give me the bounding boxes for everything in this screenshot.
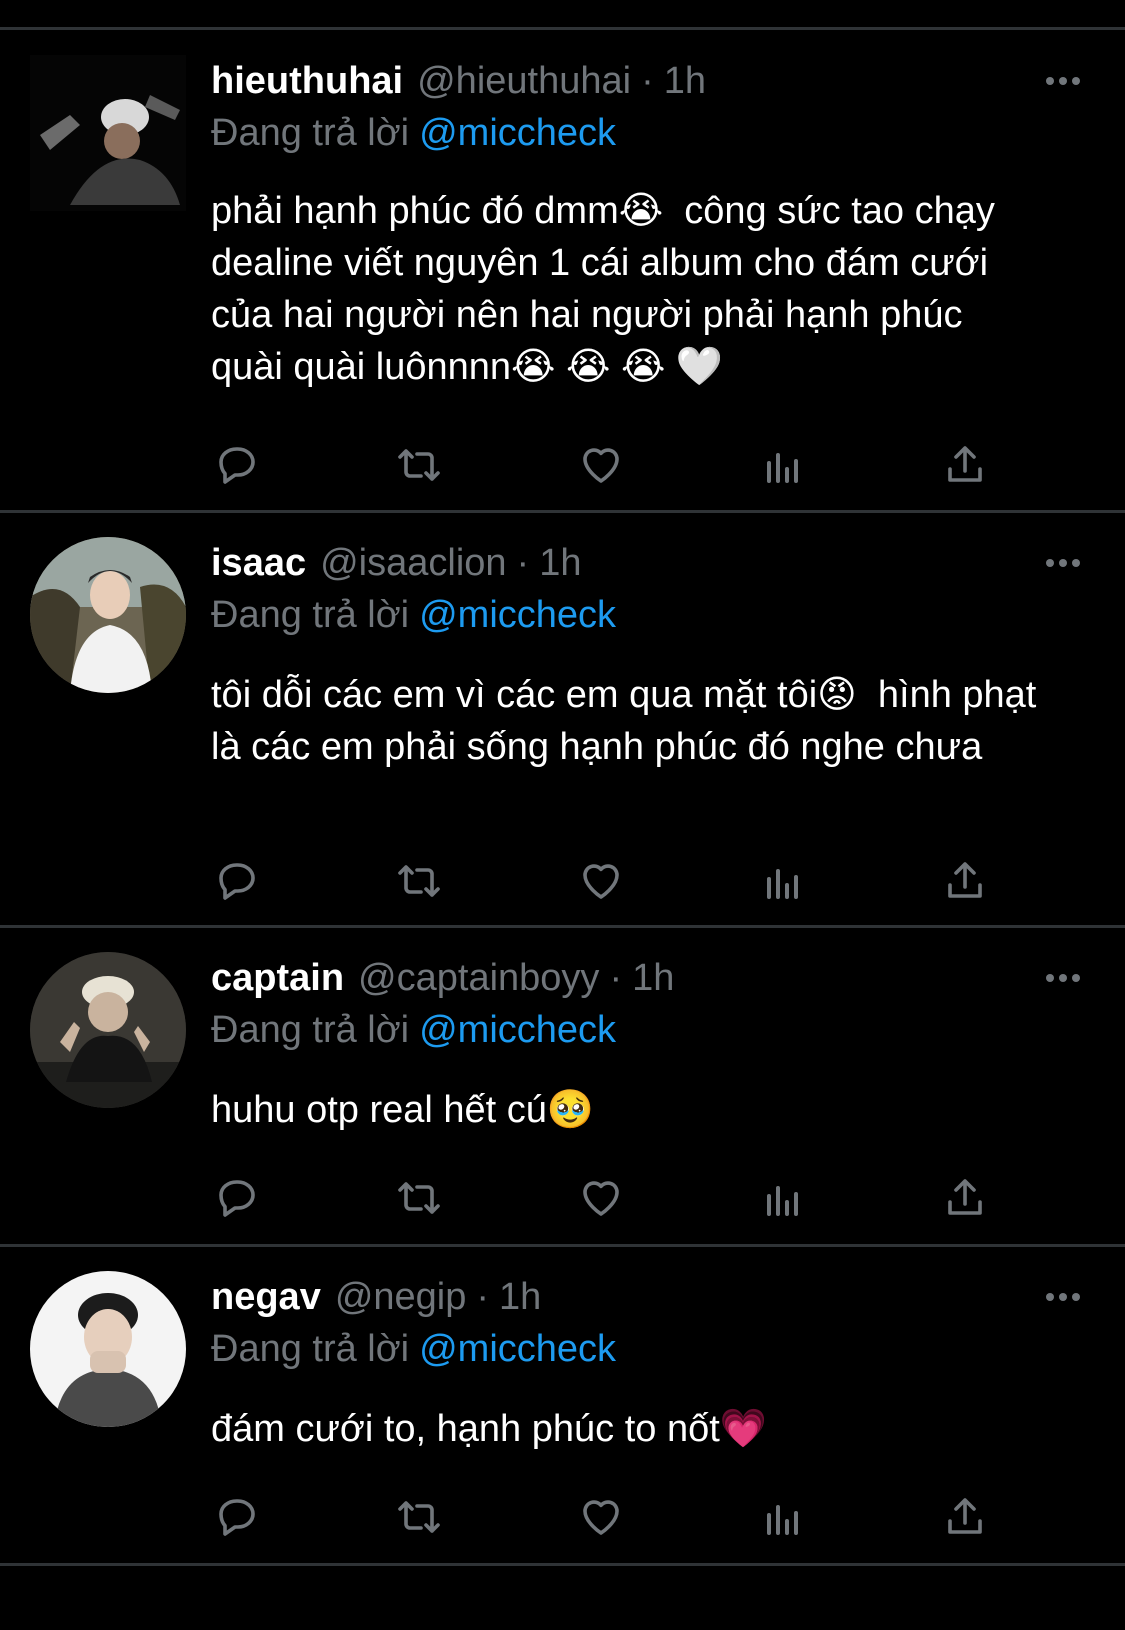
views-button[interactable] <box>757 1173 809 1223</box>
reply-prefix: Đang trả lời <box>211 1328 410 1370</box>
retweet-icon <box>398 865 440 897</box>
share-button[interactable] <box>939 1492 991 1542</box>
divider <box>0 1563 1125 1566</box>
tweet[interactable]: captain @captainboyy · 1h Đang trả lời @m… <box>0 928 1125 1244</box>
like-icon <box>583 1181 619 1216</box>
reply-prefix: Đang trả lời <box>211 1009 410 1051</box>
tweet-header: hieuthuhai @hieuthuhai · 1h <box>211 55 1085 107</box>
timestamp[interactable]: 1h <box>664 55 706 107</box>
retweet-button[interactable] <box>393 440 445 490</box>
share-button[interactable] <box>939 1173 991 1223</box>
timestamp[interactable]: 1h <box>632 952 674 1004</box>
action-bar <box>211 856 991 906</box>
tweet-text: huhu otp real hết cú🥹 <box>211 1089 595 1131</box>
tweet-header: captain @captainboyy · 1h <box>211 952 1085 1004</box>
handle[interactable]: @hieuthuhai <box>417 55 631 107</box>
display-name[interactable]: hieuthuhai <box>211 55 403 107</box>
share-icon <box>948 446 982 482</box>
display-name[interactable]: isaac <box>211 537 306 589</box>
views-button[interactable] <box>757 1492 809 1542</box>
tweet-text: đám cưới to, hạnh phúc to nốt💗 <box>211 1408 768 1450</box>
like-icon <box>583 864 619 899</box>
more-icon[interactable] <box>1041 952 1085 1004</box>
tweet-text: tôi dỗi các em vì các em qua mặt tôi😡 hì… <box>211 674 1047 768</box>
avatar[interactable] <box>30 537 186 693</box>
like-button[interactable] <box>575 1173 627 1223</box>
reply-context: Đang trả lời @miccheck <box>211 1004 1085 1056</box>
tweet[interactable]: isaac @isaaclion · 1h Đang trả lời @micch… <box>0 513 1125 925</box>
reply-icon <box>219 1499 255 1536</box>
tweet-header: negav @negip · 1h <box>211 1271 1085 1323</box>
retweet-button[interactable] <box>393 1492 445 1542</box>
reply-button[interactable] <box>211 1492 263 1542</box>
views-icon <box>767 1505 798 1535</box>
mention-link[interactable]: @miccheck <box>419 1328 616 1370</box>
separator: · <box>609 957 623 999</box>
reply-prefix: Đang trả lời <box>211 594 410 636</box>
display-name[interactable]: negav <box>211 1271 321 1323</box>
share-icon <box>948 862 982 898</box>
reply-context: Đang trả lời @miccheck <box>211 107 1085 159</box>
avatar-photo-icon <box>30 537 186 693</box>
top-spacer <box>0 0 1125 27</box>
reply-icon <box>219 447 255 484</box>
reply-button[interactable] <box>211 856 263 906</box>
avatar-photo-icon <box>30 55 186 211</box>
avatar[interactable] <box>30 952 186 1108</box>
tweet-text: phải hạnh phúc đó dmm😭 công sức tao chạy… <box>211 190 1006 388</box>
share-icon <box>948 1498 982 1534</box>
reply-context: Đang trả lời @miccheck <box>211 1323 1085 1375</box>
views-icon <box>767 453 798 483</box>
tweet[interactable]: negav @negip · 1h Đang trả lời @miccheck … <box>0 1247 1125 1563</box>
timestamp[interactable]: 1h <box>499 1271 541 1323</box>
reply-icon <box>219 863 255 900</box>
like-icon <box>583 1500 619 1535</box>
mention-link[interactable]: @miccheck <box>419 594 616 636</box>
share-button[interactable] <box>939 440 991 490</box>
separator: · <box>516 542 530 584</box>
more-icon[interactable] <box>1041 537 1085 589</box>
views-button[interactable] <box>757 856 809 906</box>
reply-context: Đang trả lời @miccheck <box>211 589 1085 641</box>
mention-link[interactable]: @miccheck <box>419 1009 616 1051</box>
handle[interactable]: @isaaclion <box>320 537 506 589</box>
tweet[interactable]: hieuthuhai @hieuthuhai · 1h Đang trả lời… <box>0 30 1125 510</box>
reply-prefix: Đang trả lời <box>211 112 410 154</box>
avatar-photo-icon <box>30 1271 186 1427</box>
separator: · <box>641 60 654 102</box>
like-button[interactable] <box>575 440 627 490</box>
mention-link[interactable]: @miccheck <box>419 112 616 154</box>
reply-feed: hieuthuhai @hieuthuhai · 1h Đang trả lời… <box>0 0 1125 1566</box>
views-icon <box>767 869 798 899</box>
tweet-header: isaac @isaaclion · 1h <box>211 537 1085 589</box>
retweet-button[interactable] <box>393 1173 445 1223</box>
action-bar <box>211 1173 991 1223</box>
reply-icon <box>219 1180 255 1217</box>
share-button[interactable] <box>939 856 991 906</box>
share-icon <box>948 1179 982 1215</box>
like-button[interactable] <box>575 1492 627 1542</box>
avatar-photo-icon <box>30 952 186 1108</box>
action-bar <box>211 440 991 490</box>
retweet-icon <box>398 1501 440 1533</box>
action-bar <box>211 1492 991 1542</box>
display-name[interactable]: captain <box>211 952 344 1004</box>
retweet-icon <box>398 1182 440 1214</box>
reply-button[interactable] <box>211 440 263 490</box>
views-button[interactable] <box>757 440 809 490</box>
timestamp[interactable]: 1h <box>539 537 581 589</box>
handle[interactable]: @negip <box>335 1271 467 1323</box>
like-button[interactable] <box>575 856 627 906</box>
more-icon[interactable] <box>1041 55 1085 107</box>
handle[interactable]: @captainboyy <box>358 952 599 1004</box>
avatar[interactable] <box>30 55 186 211</box>
like-icon <box>583 448 619 483</box>
retweet-icon <box>398 449 440 481</box>
reply-button[interactable] <box>211 1173 263 1223</box>
views-icon <box>767 1186 798 1216</box>
avatar[interactable] <box>30 1271 186 1427</box>
more-icon[interactable] <box>1041 1271 1085 1323</box>
retweet-button[interactable] <box>393 856 445 906</box>
separator: · <box>476 1276 490 1318</box>
